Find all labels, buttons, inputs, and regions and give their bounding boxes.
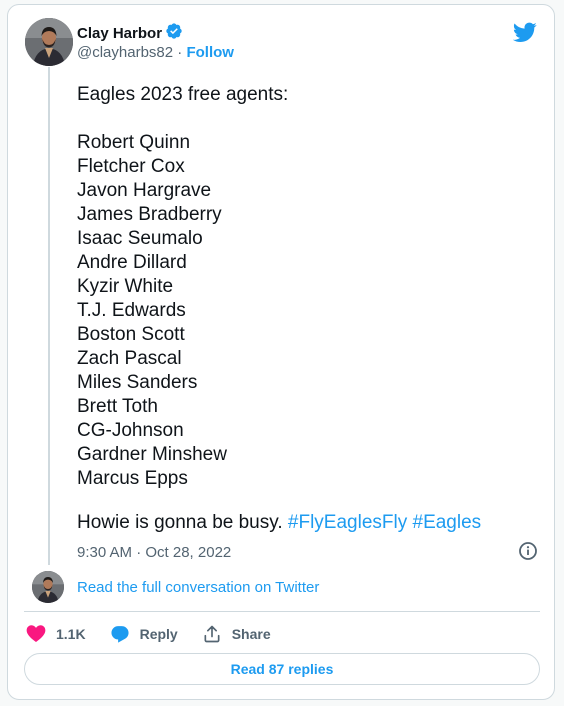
follow-link[interactable]: Follow [186, 44, 234, 61]
reply-label: Reply [139, 626, 178, 642]
author-avatar[interactable] [25, 18, 73, 66]
reader-avatar [32, 571, 64, 603]
thread-line [48, 67, 50, 565]
hashtag-flyeaglesfly[interactable]: #FlyEaglesFly [288, 512, 407, 533]
share-label: Share [231, 626, 271, 642]
tweet-closing-line: Howie is gonna be busy. #FlyEaglesFly #E… [77, 511, 481, 535]
share-icon [204, 625, 220, 643]
tweet-body: Eagles 2023 free agents: Robert Quinn Fl… [77, 84, 289, 489]
like-count: 1.1K [56, 626, 86, 642]
tweet-closing-text: Howie is gonna be busy. [77, 512, 288, 533]
author-handle-row: @clayharbs82 · Follow [77, 43, 234, 63]
handle-separator: · [173, 44, 187, 61]
tweet-timestamp[interactable]: 9:30 AM · Oct 28, 2022 [77, 543, 231, 563]
divider [24, 611, 540, 612]
like-button[interactable]: 1.1K [26, 624, 86, 644]
hashtag-eagles[interactable]: #Eagles [413, 512, 482, 533]
read-conversation-link[interactable]: Read the full conversation on Twitter [77, 578, 319, 598]
read-replies-button[interactable]: Read 87 replies [24, 653, 540, 685]
author-handle[interactable]: @clayharbs82 [77, 44, 173, 61]
info-icon[interactable] [518, 541, 538, 566]
author-name[interactable]: Clay Harbor [77, 24, 162, 44]
action-bar: 1.1K Reply Share [26, 622, 295, 646]
reply-bubble-icon [111, 626, 129, 643]
share-button[interactable]: Share [202, 624, 271, 644]
reply-button[interactable]: Reply [110, 624, 178, 644]
twitter-bird-icon[interactable] [512, 20, 537, 49]
read-replies-label: Read 87 replies [230, 661, 334, 677]
tweet-card: Clay Harbor @clayharbs82 · Follow Eagles… [7, 4, 555, 700]
heart-icon [26, 625, 46, 643]
